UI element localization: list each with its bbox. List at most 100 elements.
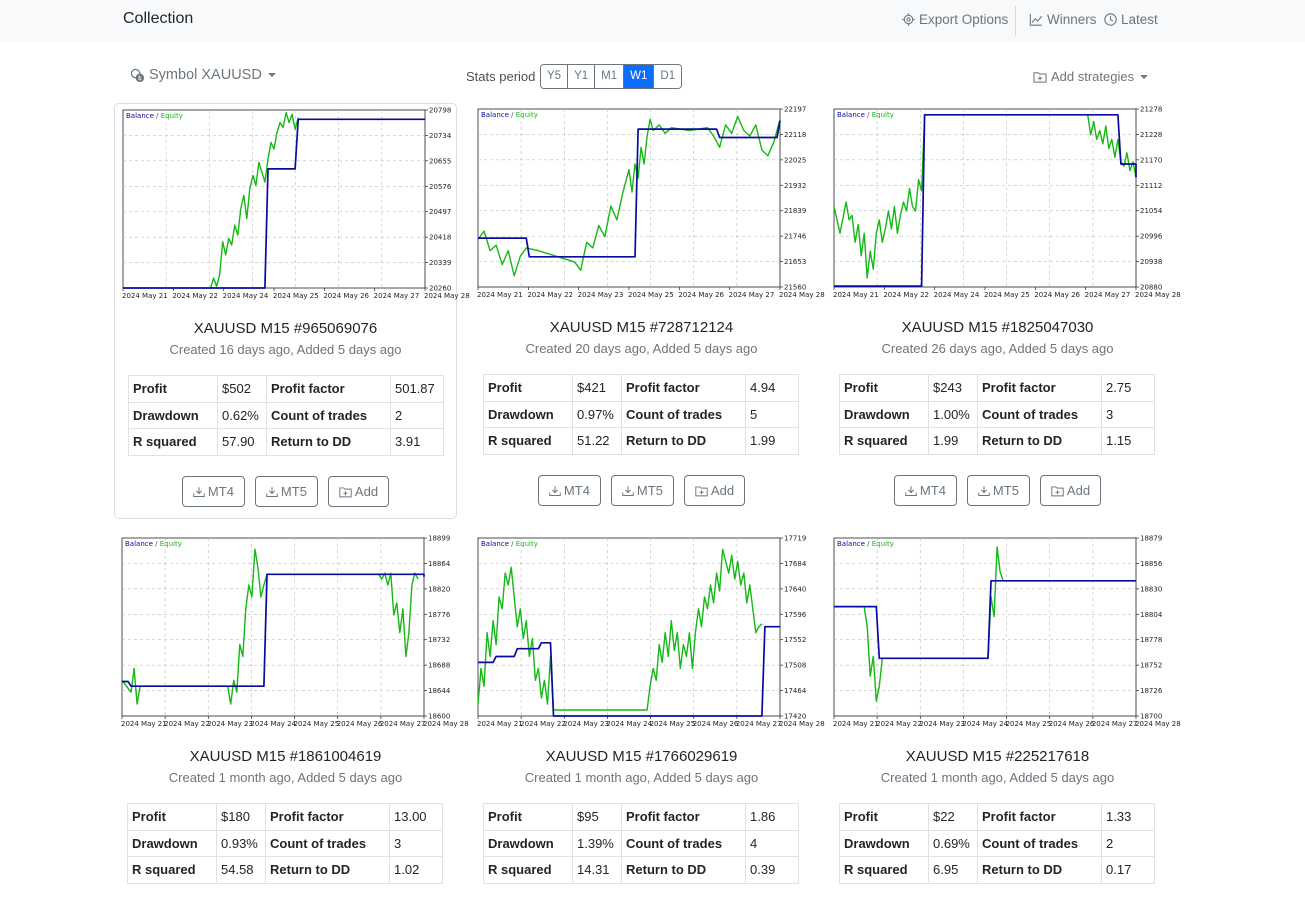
profit-value: $22 (928, 803, 978, 831)
count-of-trades-value: 5 (745, 400, 799, 428)
winners-link[interactable]: Winners (1029, 12, 1097, 27)
drawdown-value: 0.93% (216, 829, 266, 857)
strategy-title[interactable]: XAUUSD M15 #225217618 (826, 748, 1169, 765)
add-strategy-button[interactable]: Add (683, 475, 746, 506)
legend-equity: Equity (160, 540, 182, 548)
x-tick-label: 2024 May 22 (520, 720, 566, 728)
download-mt5-button[interactable]: MT5 (966, 475, 1030, 506)
y-tick-label: 18864 (428, 560, 451, 568)
download-mt5-button[interactable]: MT5 (254, 476, 318, 507)
add-strategy-button[interactable]: Add (1039, 475, 1102, 506)
add-folder-icon (1033, 71, 1047, 83)
add-label: Add (354, 484, 379, 499)
add-strategies-dropdown[interactable]: Add strategies (1033, 69, 1149, 84)
download-mt4-button[interactable]: MT4 (537, 475, 601, 506)
count-of-trades-key: Count of trades (977, 400, 1102, 428)
count-of-trades-key: Count of trades (621, 829, 746, 857)
y-tick-label: 20497 (429, 208, 451, 216)
add-strategy-button[interactable]: Add (327, 476, 390, 507)
y-tick-label: 20798 (429, 107, 451, 115)
count-of-trades-value: 2 (390, 401, 444, 429)
stats-row: R squared 14.31 Return to DD 0.39 (483, 856, 799, 884)
x-tick-label: 2024 May 25 (650, 720, 696, 728)
profit-value: $421 (572, 374, 622, 402)
balance-equity-chart[interactable]: 18899 18864 18820 18776 18732 18688 18644 18600… (121, 535, 469, 730)
profit-factor-key: Profit factor (621, 374, 746, 402)
profit-factor-key: Profit factor (977, 803, 1102, 831)
profit-key: Profit (127, 803, 217, 831)
profit-value: $95 (572, 803, 622, 831)
period-button-y1[interactable]: Y1 (568, 65, 596, 88)
y-tick-label: 21932 (784, 182, 806, 190)
x-tick-label: 2024 May 21 (833, 291, 879, 299)
strategy-title[interactable]: XAUUSD M15 #965069076 (115, 320, 456, 337)
legend-separator: / (153, 540, 160, 548)
y-tick-label: 20576 (429, 183, 452, 191)
chevron-down-icon (267, 73, 276, 77)
y-tick-label: 17508 (784, 662, 806, 670)
download-mt4-button[interactable]: MT4 (181, 476, 245, 507)
stats-table: Profit $502 Profit factor 501.87 Drawdow… (128, 375, 444, 456)
symbol-dropdown[interactable]: $ Symbol XAUUSD (130, 67, 276, 83)
profit-factor-value: 2.75 (1101, 374, 1155, 402)
count-of-trades-key: Count of trades (265, 829, 390, 857)
balance-equity-chart[interactable]: 20798 20734 20655 20576 20497 20418 20339 20260… (122, 107, 470, 302)
balance-equity-chart[interactable]: 21278 21228 21170 21112 21054 20996 20938 20880… (833, 106, 1181, 301)
brand-title[interactable]: Collection (123, 10, 193, 28)
card-actions: MT4 MT5 Add (115, 476, 456, 507)
x-tick-label: 2024 May 25 (1006, 720, 1052, 728)
period-button-y5[interactable]: Y5 (541, 65, 569, 88)
chart-legend: Balance / Equity (837, 111, 894, 119)
legend-balance: Balance (125, 540, 153, 548)
strategy-title[interactable]: XAUUSD M15 #1861004619 (114, 748, 457, 765)
balance-equity-chart[interactable]: 22197 22118 22025 21932 21839 21746 21653 21560… (477, 106, 825, 301)
profit-factor-key: Profit factor (265, 803, 390, 831)
period-button-m1[interactable]: M1 (595, 65, 625, 88)
return-to-dd-key: Return to DD (266, 428, 391, 456)
download-mt4-button[interactable]: MT4 (893, 475, 957, 506)
drawdown-value: 0.62% (217, 401, 267, 429)
r-squared-key: R squared (839, 427, 929, 455)
r-squared-value: 1.99 (928, 427, 978, 455)
period-button-w1[interactable]: W1 (624, 65, 655, 88)
r-squared-key: R squared (128, 428, 218, 456)
return-to-dd-value: 0.39 (745, 856, 799, 884)
latest-link[interactable]: Latest (1104, 12, 1158, 27)
strategy-title[interactable]: XAUUSD M15 #728712124 (470, 319, 813, 336)
strategy-subtitle: Created 16 days ago, Added 5 days ago (169, 342, 402, 357)
nav-divider (1015, 6, 1016, 36)
x-tick-label: 2024 May 28 (424, 292, 470, 300)
balance-equity-chart[interactable]: 18879 18856 18830 18804 18778 18752 18726 18700… (833, 535, 1181, 730)
x-tick-label: 2024 May 21 (477, 720, 523, 728)
strategy-subtitle: Created 26 days ago, Added 5 days ago (881, 341, 1114, 356)
return-to-dd-key: Return to DD (977, 856, 1102, 884)
chevron-down-icon (1140, 74, 1149, 79)
add-strategies-label: Add strategies (1051, 69, 1135, 84)
strategy-title[interactable]: XAUUSD M15 #1766029619 (470, 748, 813, 765)
y-tick-label: 22118 (784, 131, 806, 139)
x-tick-label: 2024 May 24 (250, 720, 296, 728)
coins-icon: $ (130, 68, 145, 82)
y-tick-label: 22197 (784, 106, 806, 114)
return-to-dd-key: Return to DD (621, 856, 746, 884)
legend-equity: Equity (161, 112, 183, 120)
return-to-dd-value: 3.91 (390, 428, 444, 456)
download-mt5-button[interactable]: MT5 (610, 475, 674, 506)
export-options-link[interactable]: Export Options (902, 12, 1008, 27)
chart-legend: Balance / Equity (481, 540, 538, 548)
y-tick-label: 18820 (428, 585, 450, 593)
y-tick-label: 20996 (1140, 233, 1163, 241)
profit-key: Profit (128, 375, 218, 403)
strategy-card: 20798 20734 20655 20576 20497 20418 20339 20260… (114, 103, 470, 519)
balance-equity-chart[interactable]: 17719 17684 17640 17596 17552 17508 17464 17420… (477, 535, 825, 730)
period-button-d1[interactable]: D1 (654, 65, 682, 88)
download-icon (978, 485, 990, 496)
x-tick-label: 2024 May 28 (1135, 291, 1181, 299)
r-squared-value: 54.58 (216, 856, 266, 884)
x-tick-label: 2024 May 22 (164, 720, 210, 728)
count-of-trades-value: 3 (389, 829, 443, 857)
chart-plot-area (833, 108, 1137, 288)
card-actions: MT4 MT5 Add (826, 475, 1169, 506)
strategy-title[interactable]: XAUUSD M15 #1825047030 (826, 319, 1169, 336)
stats-row: Drawdown 0.97% Count of trades 5 (483, 400, 799, 428)
